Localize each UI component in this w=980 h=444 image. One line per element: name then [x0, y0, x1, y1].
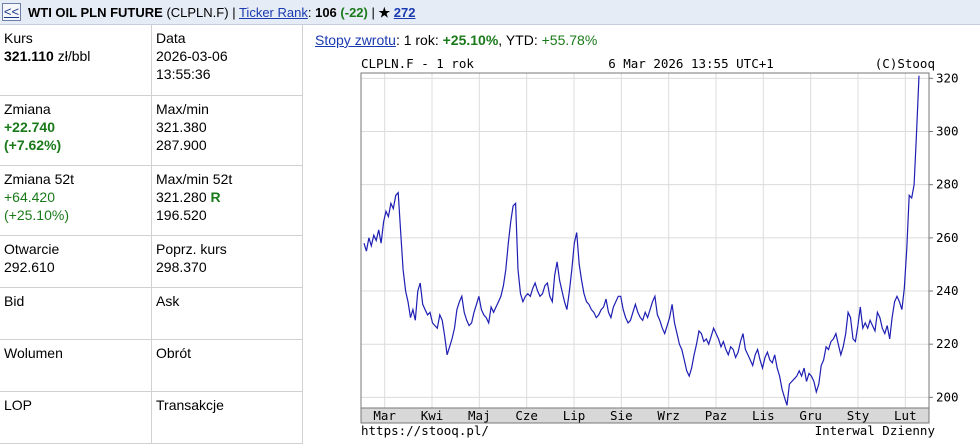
- change52-value: +64.420: [4, 188, 55, 205]
- y-tick-label: 320: [936, 70, 959, 85]
- open-interest-label: LOP: [4, 396, 33, 413]
- instrument-title: WTI OIL PLN FUTURE (CLPLN.F) | Ticker Ra…: [28, 5, 416, 21]
- x-tick-label: Lut: [894, 408, 917, 423]
- chart-header-left: CLPLN.F - 1 rok: [361, 56, 474, 71]
- turnover-label: Obrót: [156, 344, 192, 361]
- max52-value: 321.280: [156, 188, 207, 205]
- price-unit: zł/bbl: [57, 48, 91, 64]
- open-interest-cell: LOP: [0, 391, 152, 444]
- bid-label: Bid: [4, 292, 25, 309]
- bid-cell: Bid: [0, 287, 152, 340]
- transactions-label: Transakcje: [156, 396, 224, 413]
- quote-table: Kurs 321.110 zł/bbl Data 2026-03-06 13:5…: [0, 25, 303, 444]
- date-cell: Data 2026-03-06 13:55:36: [151, 25, 303, 96]
- price-chart: CLPLN.F - 1 rok 6 Mar 2026 13:55 UTC+1 (…: [360, 56, 959, 438]
- prev-close-value: 298.370: [156, 258, 207, 275]
- x-tick-label: Cze: [515, 408, 538, 423]
- y-tick-label: 240: [936, 283, 959, 298]
- star-count-link[interactable]: 272: [394, 5, 416, 20]
- volume-cell: Wolumen: [0, 339, 152, 392]
- rank-value: 106: [315, 5, 337, 20]
- change-cell: Zmiana +22.740 (+7.62%): [0, 95, 152, 166]
- x-tick-label: Mar: [373, 408, 396, 423]
- x-tick-label: Sie: [610, 408, 633, 423]
- volume-label: Wolumen: [4, 344, 63, 361]
- ticker-rank-link[interactable]: Ticker Rank: [239, 5, 308, 20]
- ask-label: Ask: [156, 292, 180, 309]
- open-cell: Otwarcie 292.610: [0, 235, 152, 288]
- date-label: Data: [156, 30, 186, 46]
- record-flag: R: [210, 188, 221, 205]
- returns-colon: :: [395, 32, 400, 48]
- max52-line: 321.280 R: [156, 188, 298, 206]
- price-line: [363, 75, 920, 406]
- separator: |: [232, 5, 236, 20]
- price-label: Kurs: [4, 30, 33, 46]
- x-tick-label: Lis: [752, 408, 775, 423]
- x-tick-label: Kwi: [421, 408, 444, 423]
- change52-cell: Zmiana 52t +64.420 (+25.10%): [0, 165, 152, 236]
- x-tick-label: Sty: [847, 408, 870, 423]
- ytd-value: +55.78%: [541, 32, 598, 48]
- x-tick-label: Gru: [799, 408, 822, 423]
- turnover-cell: Obrót: [151, 339, 303, 392]
- returns-value: +25.10%: [442, 32, 499, 48]
- chart-footer-left: https://stooq.pl/: [361, 423, 489, 438]
- chart-header-center: 6 Mar 2026 13:55 UTC+1: [608, 56, 774, 71]
- returns-period: 1 rok:: [403, 32, 439, 48]
- open-value: 292.610: [4, 258, 55, 275]
- y-tick-label: 220: [936, 336, 959, 351]
- y-tick-label: 200: [936, 389, 959, 404]
- instrument-ticker: (CLPLN.F): [166, 5, 229, 20]
- x-tick-label: Wrz: [657, 408, 680, 423]
- max-value: 321.380: [156, 118, 207, 135]
- x-tick-label: Lip: [563, 408, 586, 423]
- top-bar: << WTI OIL PLN FUTURE (CLPLN.F) | Ticker…: [0, 0, 980, 25]
- chart-header-right: (C)Stooq: [875, 56, 935, 71]
- price-cell: Kurs 321.110 zł/bbl: [0, 25, 152, 96]
- change52-label: Zmiana 52t: [4, 170, 75, 187]
- chart-footer-right: Interwal Dzienny: [815, 423, 936, 438]
- prev-close-label: Poprz. kurs: [156, 240, 227, 257]
- rank-colon: :: [307, 5, 312, 20]
- instrument-name: WTI OIL PLN FUTURE: [28, 5, 163, 20]
- date-value: 2026-03-06: [156, 48, 228, 64]
- min-value: 287.900: [156, 136, 207, 153]
- open-label: Otwarcie: [4, 240, 60, 257]
- change-percent: (+7.62%): [4, 136, 62, 153]
- maxmin-cell: Max/min 321.380 287.900: [151, 95, 303, 166]
- change52-percent: (+25.10%): [4, 206, 69, 223]
- ytd-label: , YTD:: [498, 32, 538, 48]
- plot-frame: [360, 72, 930, 409]
- change-value: +22.740: [4, 118, 55, 135]
- rank-change: (-22): [340, 5, 368, 20]
- x-tick-label: Paz: [705, 408, 728, 423]
- separator: |: [371, 5, 375, 20]
- time-value: 13:55:36: [156, 66, 211, 82]
- maxmin-label: Max/min: [156, 100, 209, 117]
- y-tick-label: 300: [936, 123, 959, 138]
- min52-value: 196.520: [156, 206, 207, 223]
- y-tick-label: 260: [936, 230, 959, 245]
- prev-close-cell: Poprz. kurs 298.370: [151, 235, 303, 288]
- returns-line: Stopy zwrotu: 1 rok: +25.10%, YTD: +55.7…: [315, 32, 597, 48]
- change-label: Zmiana: [4, 100, 51, 117]
- ask-cell: Ask: [151, 287, 303, 340]
- price-value: 321.110: [4, 48, 54, 64]
- returns-link[interactable]: Stopy zwrotu: [315, 32, 396, 48]
- star-icon: ★: [378, 5, 391, 20]
- grid: [361, 73, 933, 408]
- maxmin52-cell: Max/min 52t 321.280 R 196.520: [151, 165, 303, 236]
- x-tick-label: Maj: [468, 408, 491, 423]
- y-tick-label: 280: [936, 177, 959, 192]
- maxmin52-label: Max/min 52t: [156, 170, 233, 187]
- back-button[interactable]: <<: [2, 3, 21, 21]
- y-axis-labels: 200 220 240 260 280 300 320: [936, 70, 959, 404]
- x-axis-band: [360, 407, 930, 424]
- transactions-cell: Transakcje: [151, 391, 303, 444]
